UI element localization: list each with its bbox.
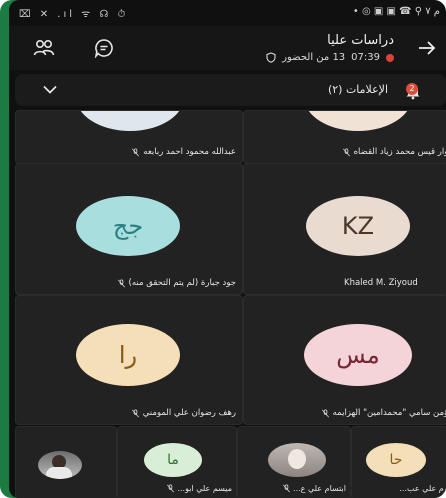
status-bar: ⌧ ✕ .ıl ᯤ ☊ ⏱ م ٧ ⚲ ☎ ▣ ▣ ◎ • (9, 0, 446, 26)
chevron-down-icon[interactable] (43, 85, 57, 94)
participant-tile[interactable]: ما ميسم علي ابو... (117, 426, 237, 498)
avatar-initials: را (118, 341, 138, 369)
mic-off-icon (117, 278, 125, 287)
avatar-initials: KZ (341, 212, 375, 240)
participant-label: Khaled M. Ziyoud (344, 278, 418, 288)
participant-tile[interactable]: عبدالله محمود احمد ربابعه (15, 110, 243, 164)
participant-photo (268, 443, 326, 477)
participant-label: ابتسام علي ع... (282, 484, 346, 493)
participant-label: جود جبارة (لم يتم التحقق منه) (117, 278, 236, 288)
participant-avatar: KZ (306, 196, 410, 256)
notifications-bar[interactable]: الإعلامات (٢) 2 (15, 74, 446, 106)
avatar-initials: ما (167, 452, 179, 468)
mic-off-icon (132, 147, 140, 156)
back-button[interactable] (412, 33, 442, 63)
participant-tile[interactable] (15, 426, 117, 498)
participant-tile[interactable]: نوار قيس محمد زياد القضاه (243, 110, 446, 164)
meeting-header: دراسات عليا 07:39 13 من الحضور (9, 26, 446, 70)
device-frame: ⌧ ✕ .ıl ᯤ ☊ ⏱ م ٧ ⚲ ☎ ▣ ▣ ◎ • دراسات علي… (0, 0, 446, 498)
mic-off-icon (131, 408, 139, 417)
meeting-time: 07:39 (351, 52, 380, 63)
participant-label: نوار قيس محمد زياد القضاه (342, 147, 446, 157)
participant-tile[interactable]: KZ Khaled M. Ziyoud (243, 163, 446, 295)
mic-off-icon (342, 147, 350, 156)
participant-photo (38, 451, 82, 479)
meeting-title: دراسات عليا (327, 33, 394, 48)
notifications-bell: 2 (404, 80, 426, 102)
participant-label: رهف رضوان علي المومني (131, 408, 236, 418)
participant-name: ابتسام علي ع... (293, 484, 346, 493)
participant-name: Khaled M. Ziyoud (344, 278, 418, 288)
avatar-initials: حا (389, 452, 403, 468)
participant-avatar (304, 111, 412, 131)
participant-tile[interactable]: ابتسام علي ع... (237, 426, 351, 498)
participant-avatar: را (76, 324, 180, 386)
shield-icon (266, 52, 276, 63)
participant-name: مؤمن سامي "محمدامين" الهزايمه (332, 408, 446, 418)
arrow-right-icon (419, 41, 436, 55)
notifications-label: الإعلامات (٢) (327, 83, 388, 96)
participant-name: نوار قيس محمد زياد القضاه (353, 147, 446, 157)
mic-off-icon (321, 408, 329, 417)
people-icon (33, 39, 55, 56)
avatar-initials: جج (112, 212, 144, 240)
notification-count-badge: 2 (406, 83, 418, 95)
participant-name: حازم علي عب... (399, 484, 446, 493)
participant-name: جود جبارة (لم يتم التحقق منه) (128, 278, 236, 288)
participant-tile[interactable]: را رهف رضوان علي المومني (15, 295, 243, 425)
meeting-info-row: 07:39 13 من الحضور (266, 52, 394, 63)
participants-button[interactable] (29, 33, 59, 63)
chat-icon (94, 39, 113, 58)
participant-avatar: حا (366, 443, 426, 477)
participant-name: عبدالله محمود احمد ربابعه (143, 147, 236, 157)
status-icons-right: م ٧ ⚲ ☎ ▣ ▣ ◎ • (352, 6, 440, 17)
chat-button[interactable] (89, 33, 119, 63)
participant-tile[interactable]: مس مؤمن سامي "محمدامين" الهزايمه (243, 295, 446, 425)
participant-tile[interactable]: حا حازم علي عب... (351, 426, 446, 498)
participant-name: رهف رضوان علي المومني (142, 408, 236, 418)
attendee-count: 13 من الحضور (282, 52, 346, 63)
participant-avatar: ما (144, 443, 202, 477)
participant-avatar: مس (304, 324, 412, 386)
mic-off-icon (167, 484, 175, 493)
participant-label: ميسم علي ابو... (166, 484, 232, 493)
participant-tile[interactable]: جج جود جبارة (لم يتم التحقق منه) (15, 163, 243, 295)
status-icons-left: ⌧ ✕ .ıl ᯤ ☊ ⏱ (19, 9, 129, 20)
participant-label: حازم علي عب... (399, 484, 446, 493)
participant-label: مؤمن سامي "محمدامين" الهزايمه (321, 408, 446, 418)
mic-off-icon (283, 484, 290, 493)
participant-label: عبدالله محمود احمد ربابعه (131, 147, 236, 157)
recording-icon (386, 53, 394, 62)
participant-avatar: جج (76, 196, 180, 256)
participant-avatar (76, 111, 184, 131)
participant-name: ميسم علي ابو... (177, 484, 232, 493)
avatar-initials: مس (336, 341, 380, 369)
meeting-screen: ⌧ ✕ .ıl ᯤ ☊ ⏱ م ٧ ⚲ ☎ ▣ ▣ ◎ • دراسات علي… (9, 0, 446, 498)
